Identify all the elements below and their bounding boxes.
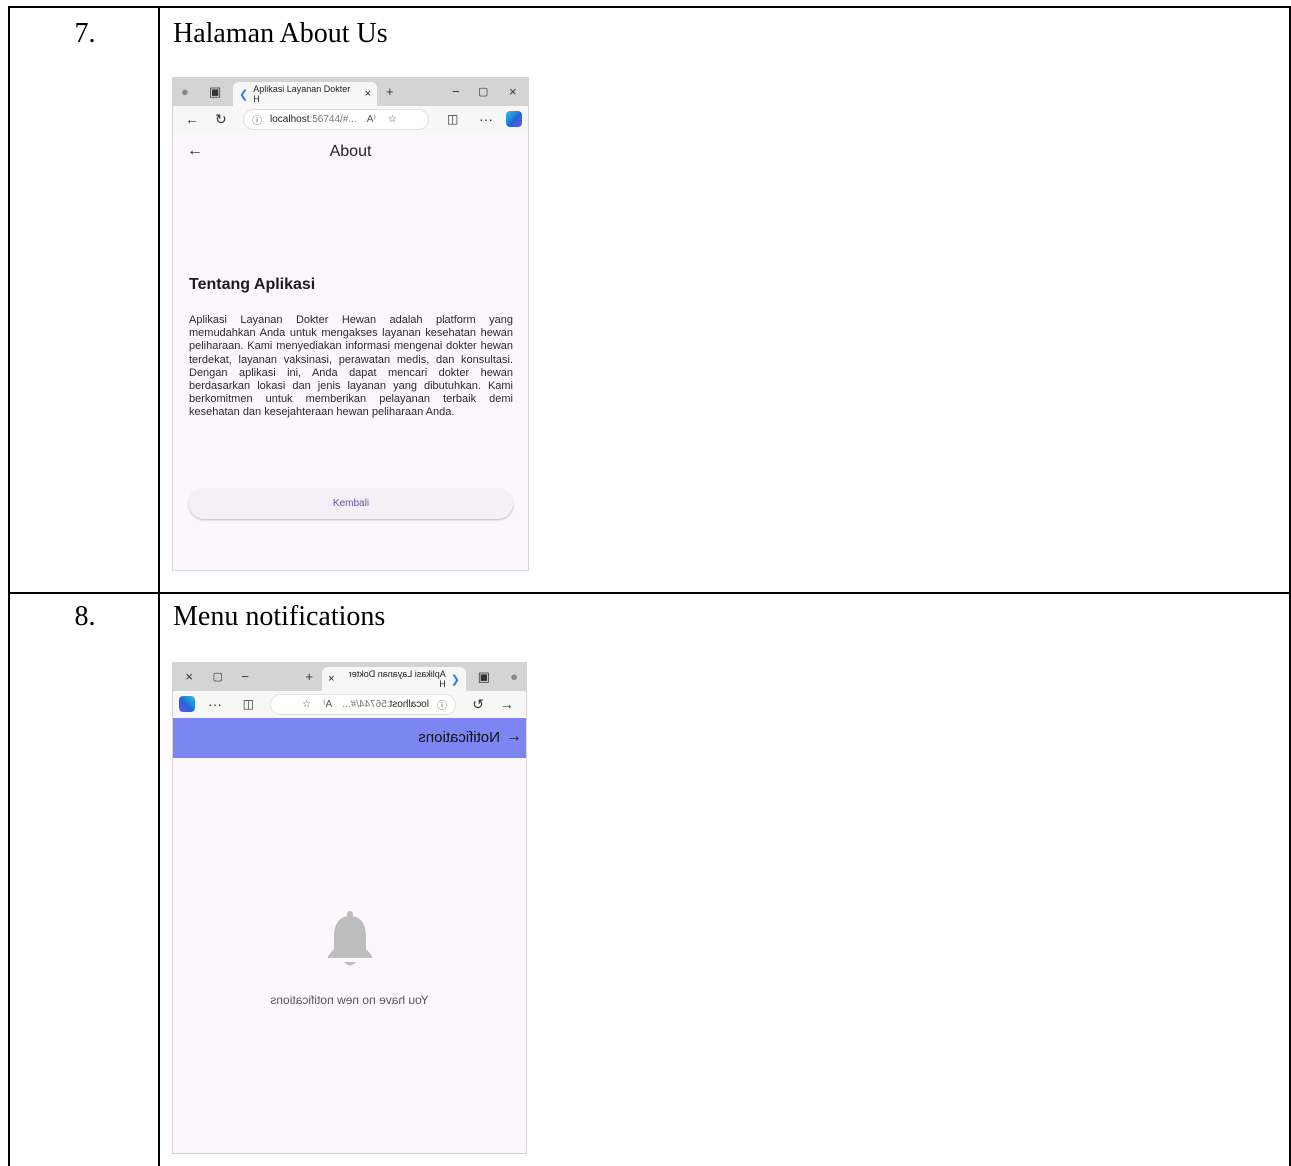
about-description: Aplikasi Layanan Dokter Hewan adalah pla…	[189, 314, 513, 419]
tab-title: Aplikasi Layanan Dokter H	[253, 84, 351, 104]
info-icon: ⓘ	[437, 701, 447, 712]
more-icon: ···	[479, 111, 493, 127]
refresh-icon: ↻	[215, 111, 227, 127]
about-app-bar: ← About	[173, 133, 528, 173]
bell-icon	[328, 911, 372, 966]
copilot-icon	[179, 696, 195, 712]
tab-bar: ● ▣ ❮ Aplikasi Layanan Dokter H × + − ▢ …	[173, 663, 526, 691]
url-field: ⓘ localhost:56744/#... A⁾ ☆	[243, 109, 429, 130]
minimize-icon: −	[241, 669, 249, 684]
new-tab-icon: +	[305, 669, 313, 684]
mirrored-screenshot-content: ● ▣ ❮ Aplikasi Layanan Dokter H × + − ▢ …	[173, 663, 526, 1153]
split-screen-icon: ◫	[242, 697, 254, 711]
about-heading: Tentang Aplikasi	[189, 276, 316, 293]
profile-icon: ●	[181, 84, 189, 99]
close-window-icon: ×	[185, 669, 193, 684]
flutter-icon: ❮	[239, 88, 249, 101]
row-number: 7.	[74, 18, 96, 49]
refresh-icon: ↻	[472, 696, 484, 712]
row-number: 8.	[74, 601, 96, 632]
tab-bar: ● ▣ ❮ Aplikasi Layanan Dokter H × + − ▢ …	[173, 78, 528, 106]
url-path: :56744/#...	[342, 699, 390, 710]
url-host: localhost	[389, 699, 429, 710]
row-title: Halaman About Us	[173, 18, 388, 49]
address-bar-row: ← ↻ ⓘ localhost:56744/#... A⁾ ☆ ◫ ···	[173, 106, 528, 133]
back-arrow-icon: ←	[506, 728, 522, 745]
favorite-icon: ☆	[387, 114, 397, 125]
row-title: Menu notifications	[173, 601, 386, 632]
browser-tab: ❮ Aplikasi Layanan Dokter H ×	[322, 667, 466, 691]
notifications-browser-screenshot: ● ▣ ❮ Aplikasi Layanan Dokter H × + − ▢ …	[172, 662, 527, 1154]
row-divider	[8, 592, 1291, 594]
kembali-button: Kembali	[189, 489, 513, 519]
column-divider	[158, 6, 160, 1166]
back-icon: ←	[185, 111, 199, 127]
favorite-icon: ☆	[302, 699, 312, 710]
split-screen-icon: ◫	[447, 112, 459, 126]
notifications-app-bar: ← Notifications	[173, 718, 526, 758]
new-tab-icon: +	[386, 84, 394, 99]
close-tab-icon: ×	[364, 88, 371, 100]
url-host: localhost	[270, 114, 310, 125]
info-icon: ⓘ	[252, 116, 262, 127]
maximize-icon: ▢	[212, 671, 223, 683]
notifications-page-title: Notifications	[418, 729, 500, 746]
about-page-title: About	[329, 143, 372, 160]
copilot-icon	[506, 111, 522, 127]
empty-notifications-message: You have no new notifications	[270, 993, 429, 1007]
minimize-icon: −	[452, 84, 460, 99]
browser-tab: ❮ Aplikasi Layanan Dokter H ×	[233, 82, 377, 106]
tab-title: Aplikasi Layanan Dokter H	[348, 669, 446, 689]
url-field: ⓘ localhost:56744/#... A⁾ ☆	[270, 694, 456, 715]
close-window-icon: ×	[509, 84, 517, 99]
flutter-icon: ❮	[450, 673, 460, 686]
about-browser-screenshot: ● ▣ ❮ Aplikasi Layanan Dokter H × + − ▢ …	[172, 77, 529, 571]
address-bar-row: ← ↻ ⓘ localhost:56744/#... A⁾ ☆ ◫ ···	[173, 691, 526, 718]
tab-actions-icon: ▣	[209, 84, 222, 99]
url-path: :56744/#...	[309, 114, 357, 125]
read-aloud-icon: A⁾	[366, 114, 376, 125]
read-aloud-icon: A⁾	[323, 699, 333, 710]
profile-icon: ●	[510, 669, 518, 684]
maximize-icon: ▢	[478, 86, 489, 98]
back-icon: ←	[500, 696, 514, 712]
more-icon: ···	[208, 696, 222, 712]
close-tab-icon: ×	[328, 673, 335, 685]
tab-actions-icon: ▣	[477, 669, 490, 684]
